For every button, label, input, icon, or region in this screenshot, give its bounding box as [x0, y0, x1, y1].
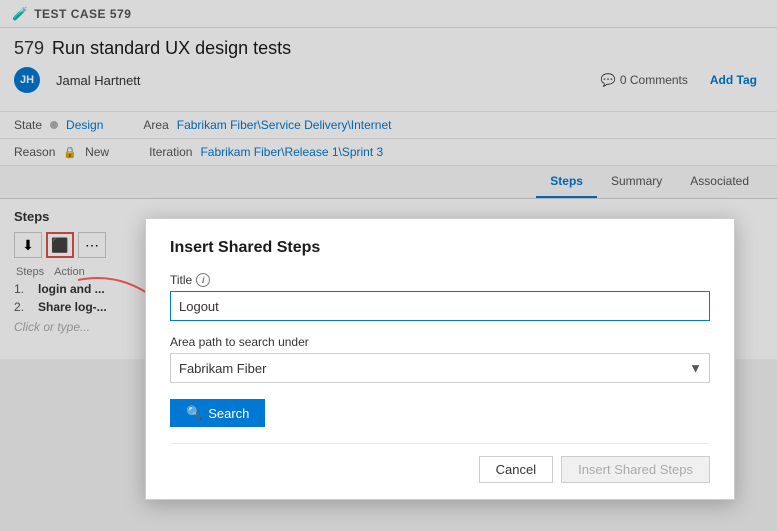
modal-footer: Cancel Insert Shared Steps	[170, 443, 710, 483]
title-field-label: Title i	[170, 273, 710, 287]
area-path-select-wrapper: Fabrikam Fiber ▼	[170, 353, 710, 383]
info-icon: i	[196, 273, 210, 287]
cancel-button[interactable]: Cancel	[479, 456, 553, 483]
modal-title: Insert Shared Steps	[170, 239, 710, 257]
area-path-label: Area path to search under	[170, 335, 710, 349]
area-path-select[interactable]: Fabrikam Fiber	[170, 353, 710, 383]
title-input[interactable]	[170, 291, 710, 321]
search-button[interactable]: 🔍 Search	[170, 399, 265, 427]
insert-shared-steps-button[interactable]: Insert Shared Steps	[561, 456, 710, 483]
search-icon: 🔍	[186, 405, 202, 421]
insert-shared-steps-modal: Insert Shared Steps Title i Area path to…	[145, 218, 735, 500]
